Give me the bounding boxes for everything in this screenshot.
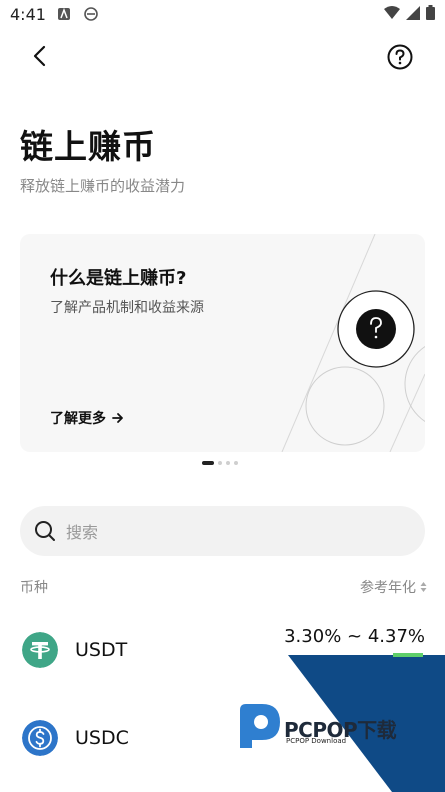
carousel-dot: [234, 461, 238, 465]
status-time: 4:41: [10, 5, 46, 24]
app-notification-icon: [58, 7, 70, 20]
search-input[interactable]: [64, 506, 408, 558]
watermark-subtext: PCPOP Download: [286, 737, 347, 745]
sort-icon: [420, 582, 427, 592]
tether-icon: [22, 632, 58, 668]
status-bar: 4:41: [0, 0, 445, 30]
help-button[interactable]: [387, 44, 413, 70]
coin-name: USDT: [75, 639, 128, 661]
search-icon: [35, 521, 55, 541]
cellular-signal-icon: [406, 5, 420, 20]
coin-name: USDC: [75, 727, 129, 749]
carousel-dot: [226, 461, 230, 465]
learn-more-label: 了解更多: [50, 411, 106, 427]
arrow-right-icon: [112, 413, 123, 423]
promo-description: 了解产品机制和收益来源: [50, 300, 204, 316]
battery-icon: [426, 5, 435, 20]
carousel-dot-active: [202, 461, 214, 465]
page-subtitle: 释放链上赚币的收益潜力: [20, 177, 186, 195]
learn-more-link[interactable]: 了解更多: [50, 408, 124, 428]
coin-row-usdt[interactable]: USDT 3.30% ~ 4.37%: [0, 610, 445, 690]
browser-notification-icon: [84, 7, 98, 21]
column-header-coin: 币种: [20, 580, 48, 596]
search-box[interactable]: [20, 506, 425, 558]
page-title: 链上赚币: [20, 127, 156, 166]
carousel-indicator: [202, 461, 238, 465]
coin-apy: 3.30% ~ 4.37%: [284, 626, 425, 647]
back-button[interactable]: [26, 42, 54, 70]
promo-card[interactable]: 什么是链上赚币? 了解产品机制和收益来源 了解更多: [20, 234, 425, 452]
column-header-apy: 参考年化: [360, 580, 416, 596]
usdc-icon: [22, 720, 58, 756]
promo-title: 什么是链上赚币?: [50, 268, 187, 289]
sort-by-apy[interactable]: 参考年化: [360, 577, 427, 597]
carousel-dot: [218, 461, 222, 465]
status-right: [384, 5, 435, 20]
wifi-icon: [384, 5, 400, 19]
